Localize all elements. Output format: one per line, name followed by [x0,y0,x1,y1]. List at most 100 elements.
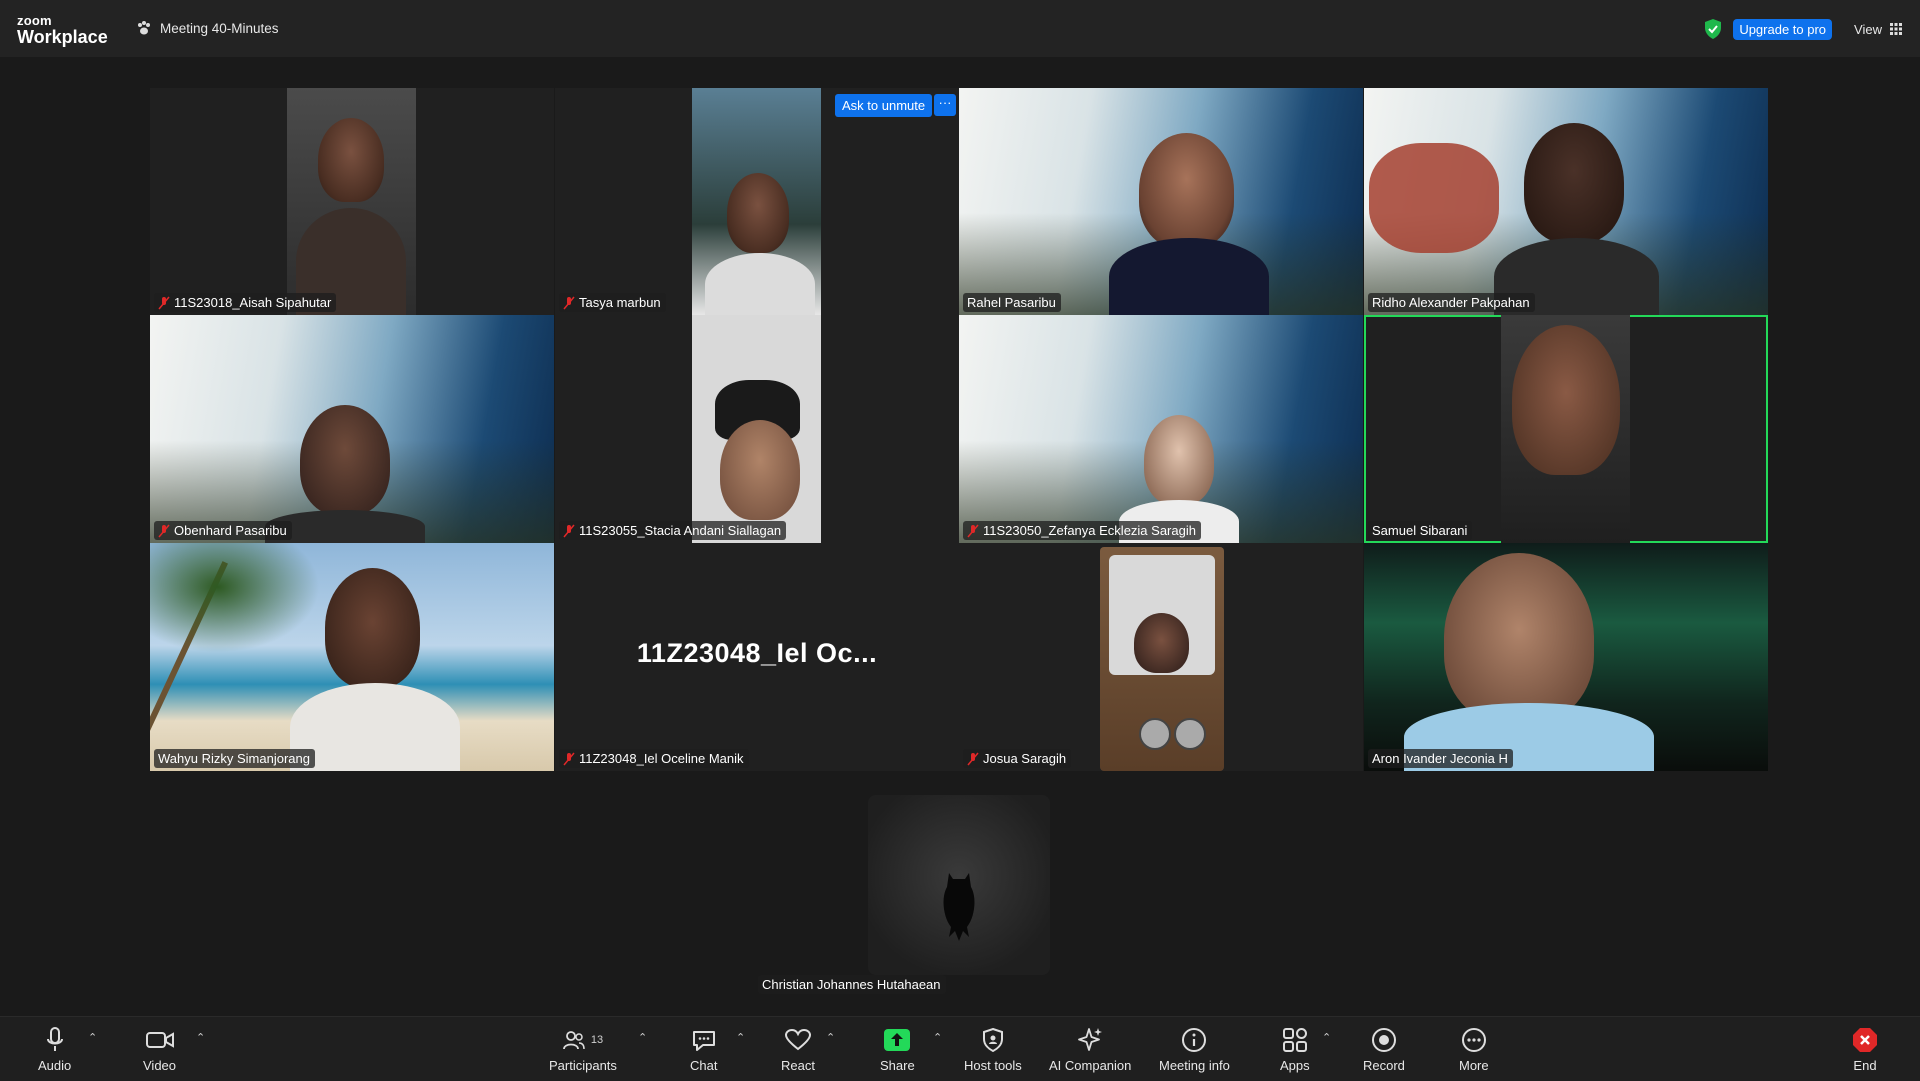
audio-button[interactable]: Audio [38,1025,71,1073]
share-options-chevron-icon[interactable]: ⌃ [933,1031,942,1044]
react-button[interactable]: React [781,1025,815,1073]
chat-options-chevron-icon[interactable]: ⌃ [736,1031,745,1044]
upgrade-button[interactable]: Upgrade to pro [1733,18,1833,40]
name-label: Christian Johannes Hutahaean [758,975,946,994]
heart-icon [784,1029,811,1051]
meeting-toolbar: Audio ⌃ Video ⌃ 13 Participants ⌃ Chat ⌃… [0,1016,1920,1081]
participant-name: 11S23055_Stacia Andani Siallagan [579,523,782,538]
participant-name: Tasya marbun [579,295,661,310]
share-button[interactable]: Share [880,1025,915,1073]
apps-label: Apps [1280,1058,1310,1073]
zoom-logo: zoom Workplace [17,14,108,46]
video-tile[interactable]: 11Z23048_Iel Oc... 11Z23048_Iel Oceline … [555,543,959,771]
video-tile[interactable]: Obenhard Pasaribu [150,315,554,543]
participant-name: Wahyu Rizky Simanjorang [158,751,310,766]
tv-knob [1139,718,1171,750]
mic-muted-icon [967,752,979,765]
record-button[interactable]: Record [1363,1025,1405,1073]
chat-bubble-icon [692,1031,715,1051]
participants-icon [562,1031,585,1050]
ai-companion-label: AI Companion [1049,1058,1132,1073]
end-button[interactable]: End [1852,1025,1878,1073]
host-tools-button[interactable]: Host tools [964,1025,1022,1073]
view-button[interactable]: View [1854,22,1902,37]
brand-big: Workplace [17,27,108,47]
participant-name: 11Z23048_Iel Oceline Manik [579,751,744,766]
tile-more-button[interactable]: ··· [934,94,956,116]
mic-muted-icon [563,296,575,309]
audio-options-chevron-icon[interactable]: ⌃ [88,1031,97,1044]
participant-face [325,568,420,688]
video-tile-avatar[interactable] [868,795,1050,975]
sparkle-icon [1078,1028,1103,1051]
share-screen-icon [884,1029,911,1051]
video-button[interactable]: Video [143,1025,176,1073]
participants-options-chevron-icon[interactable]: ⌃ [638,1031,647,1044]
participant-face [720,420,800,520]
video-tile[interactable]: Rahel Pasaribu [959,88,1363,315]
apps-button[interactable]: Apps [1280,1025,1310,1073]
shield-icon [982,1028,1003,1052]
name-label: Wahyu Rizky Simanjorang [154,749,315,768]
participant-name: Obenhard Pasaribu [174,523,287,538]
more-dots-icon [1461,1028,1486,1052]
participant-face [727,173,789,253]
video-options-chevron-icon[interactable]: ⌃ [196,1031,205,1044]
name-label: Rahel Pasaribu [963,293,1061,312]
palm-leaves [150,543,320,653]
react-label: React [781,1058,815,1073]
ai-companion-button[interactable]: AI Companion [1049,1025,1131,1073]
participant-face [1512,325,1620,475]
participant-face [1444,553,1594,723]
participant-body [705,253,815,315]
participant-body [290,683,460,771]
participant-name: Samuel Sibarani [1372,523,1468,538]
video-tile[interactable]: Ridho Alexander Pakpahan [1364,88,1768,315]
participants-button[interactable]: 13 Participants [549,1025,617,1073]
name-label: Ridho Alexander Pakpahan [1368,293,1535,312]
brand-small: zoom [17,13,52,28]
blurred-object [1369,143,1499,253]
apps-options-chevron-icon[interactable]: ⌃ [1322,1031,1331,1044]
video-tile[interactable]: 11S23055_Stacia Andani Siallagan [555,315,959,543]
participant-face [1134,613,1189,673]
ask-to-unmute-button[interactable]: Ask to unmute [835,94,933,117]
name-label: Samuel Sibarani [1368,521,1473,540]
participant-face [1524,123,1624,243]
video-tile[interactable]: 11S23018_Aisah Sipahutar [150,88,554,315]
name-label: 11Z23048_Iel Oceline Manik [559,749,749,768]
chat-button[interactable]: Chat [690,1025,717,1073]
participants-label: Participants [549,1058,617,1073]
participant-face [318,118,384,202]
name-label: Obenhard Pasaribu [154,521,292,540]
more-button[interactable]: More [1459,1025,1489,1073]
name-label: Tasya marbun [559,293,666,312]
participant-name: 11S23050_Zefanya Ecklezia Saragih [983,523,1196,538]
paw-icon [138,21,150,35]
end-label: End [1853,1058,1877,1073]
meeting-title[interactable]: Meeting 40-Minutes [136,20,279,36]
react-options-chevron-icon[interactable]: ⌃ [826,1031,835,1044]
more-label: More [1459,1058,1489,1073]
name-label: Josua Saragih [963,749,1072,768]
security-shield-icon[interactable] [1703,18,1723,40]
video-tile[interactable]: Tasya marbun Ask to unmute ··· [555,88,959,315]
meeting-info-label: Meeting info [1159,1058,1230,1073]
video-tile-active-speaker[interactable]: Samuel Sibarani [1364,315,1768,543]
video-tile[interactable]: Aron Ivander Jeconia H [1364,543,1768,771]
owl-avatar-icon [943,873,975,941]
participant-body [1109,238,1269,315]
video-tile[interactable]: Wahyu Rizky Simanjorang [150,543,554,771]
name-label: 11S23018_Aisah Sipahutar [154,293,337,312]
mic-muted-icon [158,296,170,309]
video-tile[interactable]: Josua Saragih [959,543,1363,771]
participant-face [1139,133,1234,248]
video-tile[interactable]: 11S23050_Zefanya Ecklezia Saragih [959,315,1363,543]
participant-name: 11S23018_Aisah Sipahutar [174,295,332,310]
meeting-info-button[interactable]: Meeting info [1159,1025,1230,1073]
apps-icon [1282,1028,1307,1052]
tv-knob [1174,718,1206,750]
participant-face [300,405,390,515]
name-label: 11S23050_Zefanya Ecklezia Saragih [963,521,1201,540]
participant-name: Rahel Pasaribu [967,295,1056,310]
